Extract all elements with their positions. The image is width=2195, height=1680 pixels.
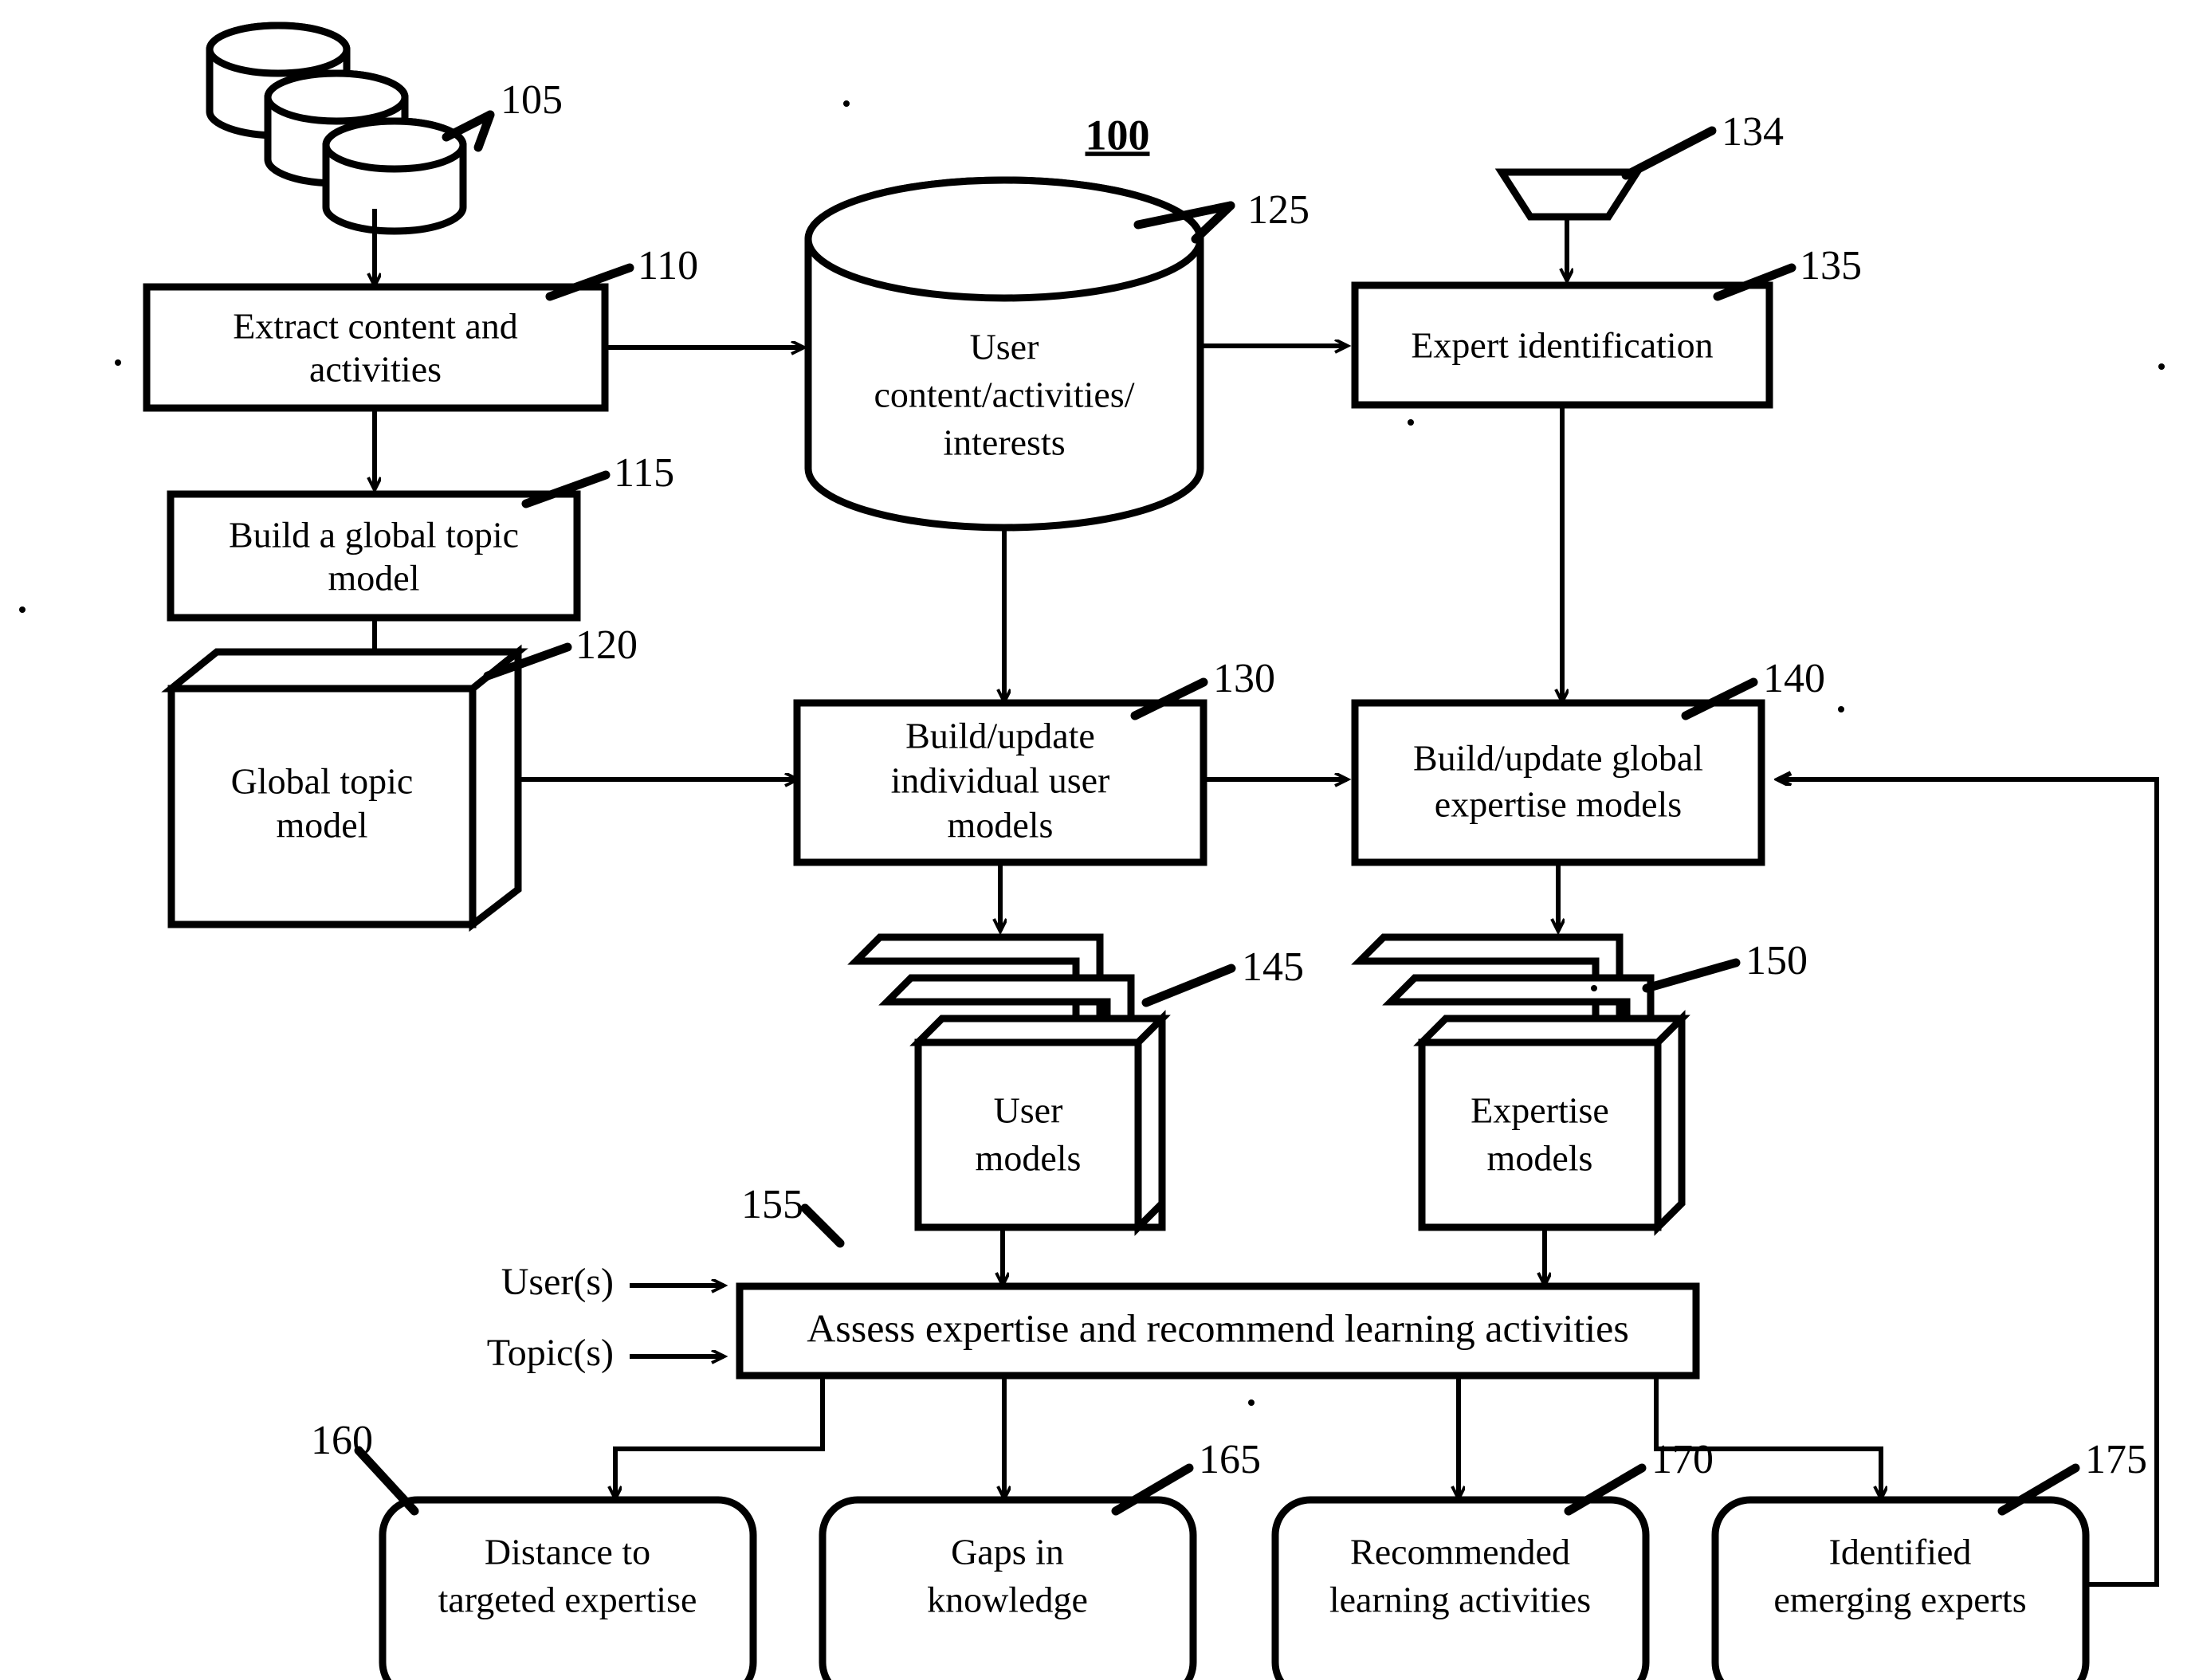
node-175-identified-emerging-experts: 175 Identified emerging experts xyxy=(1711,1437,2147,1680)
ref-label-155: 155 xyxy=(741,1182,803,1227)
scan-artifact xyxy=(843,100,850,107)
scan-artifact xyxy=(1248,1399,1255,1406)
node-120-label-line1: Global topic xyxy=(231,761,414,802)
scan-artifact xyxy=(115,359,121,366)
ref-label-140: 140 xyxy=(1763,656,1825,701)
ref-label-135: 135 xyxy=(1800,243,1862,289)
scan-artifact xyxy=(2158,363,2165,370)
node-125-label-line3: interests xyxy=(943,422,1065,463)
node-175-label-line2: emerging experts xyxy=(1773,1580,2026,1620)
node-145-label-line1: User xyxy=(994,1090,1063,1131)
node-155-label: Assess expertise and recommend learning … xyxy=(807,1305,1629,1350)
scan-artifact xyxy=(1591,985,1597,991)
ref-label-120: 120 xyxy=(575,622,638,668)
ref-label-145: 145 xyxy=(1242,944,1304,990)
edge-155-to-160 xyxy=(615,1376,825,1498)
node-150-expertise-models-stack: 150 Expertise models xyxy=(1351,933,1808,1236)
node-175-label-line1: Identified xyxy=(1829,1532,1972,1572)
ref-label-125: 125 xyxy=(1247,187,1310,233)
node-170-label-line1: Recommended xyxy=(1350,1532,1570,1572)
ref-label-110: 110 xyxy=(638,243,698,289)
node-165-label-line2: knowledge xyxy=(927,1580,1088,1620)
ref-label-134: 134 xyxy=(1722,109,1784,155)
node-165-gaps-in-knowledge: 165 Gaps in knowledge xyxy=(819,1437,1261,1680)
node-130-label-line3: models xyxy=(948,805,1054,846)
node-115-build-global-topic-model: 115 Build a global topic model xyxy=(167,450,674,622)
node-115-label-line1: Build a global topic xyxy=(229,515,519,555)
ref-label-105: 105 xyxy=(501,77,563,123)
input-label-topics: Topic(s) xyxy=(487,1332,614,1374)
node-130-label-line1: Build/update xyxy=(905,716,1095,756)
datastore-stack-105: 105 xyxy=(206,22,563,235)
node-140-build-expertise-models: 140 Build/update global expertise models xyxy=(1351,656,1825,866)
node-135-label-line1: Expert identification xyxy=(1411,325,1713,366)
scan-artifact xyxy=(1408,419,1414,426)
node-170-label-line2: learning activities xyxy=(1329,1580,1591,1620)
ref-label-115: 115 xyxy=(614,450,674,496)
node-140-label-line2: expertise models xyxy=(1435,784,1682,825)
node-134-expert-input-funnel: 134 xyxy=(1494,109,1784,221)
node-130-build-user-models: 130 Build/update individual user models xyxy=(793,656,1275,866)
node-150-label-line1: Expertise xyxy=(1471,1090,1609,1131)
ref-label-150: 150 xyxy=(1745,938,1808,983)
input-label-users: User(s) xyxy=(501,1261,614,1303)
node-150-label-line2: models xyxy=(1487,1138,1593,1179)
node-110-label-line1: Extract content and xyxy=(233,306,518,347)
node-115-label-line2: model xyxy=(328,558,420,599)
node-160-distance-to-targeted-expertise: 160 Distance to targeted expertise xyxy=(311,1418,757,1680)
scan-artifact xyxy=(1838,706,1844,712)
node-140-label-line1: Build/update global xyxy=(1413,738,1703,779)
node-160-label-line1: Distance to xyxy=(485,1532,650,1572)
node-170-recommended-learning-activities: 170 Recommended learning activities xyxy=(1271,1437,1714,1680)
node-130-label-line2: individual user xyxy=(891,760,1110,801)
node-120-label-line2: model xyxy=(277,805,368,846)
ref-label-160: 160 xyxy=(311,1418,373,1463)
node-160-label-line2: targeted expertise xyxy=(438,1580,697,1620)
node-145-label-line2: models xyxy=(976,1138,1082,1179)
node-110-label-line2: activities xyxy=(309,349,442,390)
node-110-extract-content: 110 Extract content and activities xyxy=(143,243,698,412)
scan-artifact xyxy=(19,606,26,613)
ref-label-165: 165 xyxy=(1199,1437,1261,1482)
ref-label-170: 170 xyxy=(1651,1437,1714,1482)
node-145-user-models-stack: 145 User models xyxy=(847,933,1304,1236)
node-125-label-line1: User xyxy=(970,327,1039,367)
figure-title-ref: 100 xyxy=(1086,111,1150,159)
node-165-label-line1: Gaps in xyxy=(951,1532,1064,1572)
ref-label-130: 130 xyxy=(1213,656,1275,701)
ref-label-175: 175 xyxy=(2085,1437,2147,1482)
node-120-global-topic-model: 120 Global topic model xyxy=(161,622,638,932)
node-135-expert-identification: 135 Expert identification xyxy=(1351,243,1862,409)
node-125-label-line2: content/activities/ xyxy=(874,375,1134,415)
node-125-user-content-store: 125 User content/activities/ interests xyxy=(804,176,1310,532)
figure-canvas: 105 110 Extract content and activities 1… xyxy=(0,0,2195,1680)
